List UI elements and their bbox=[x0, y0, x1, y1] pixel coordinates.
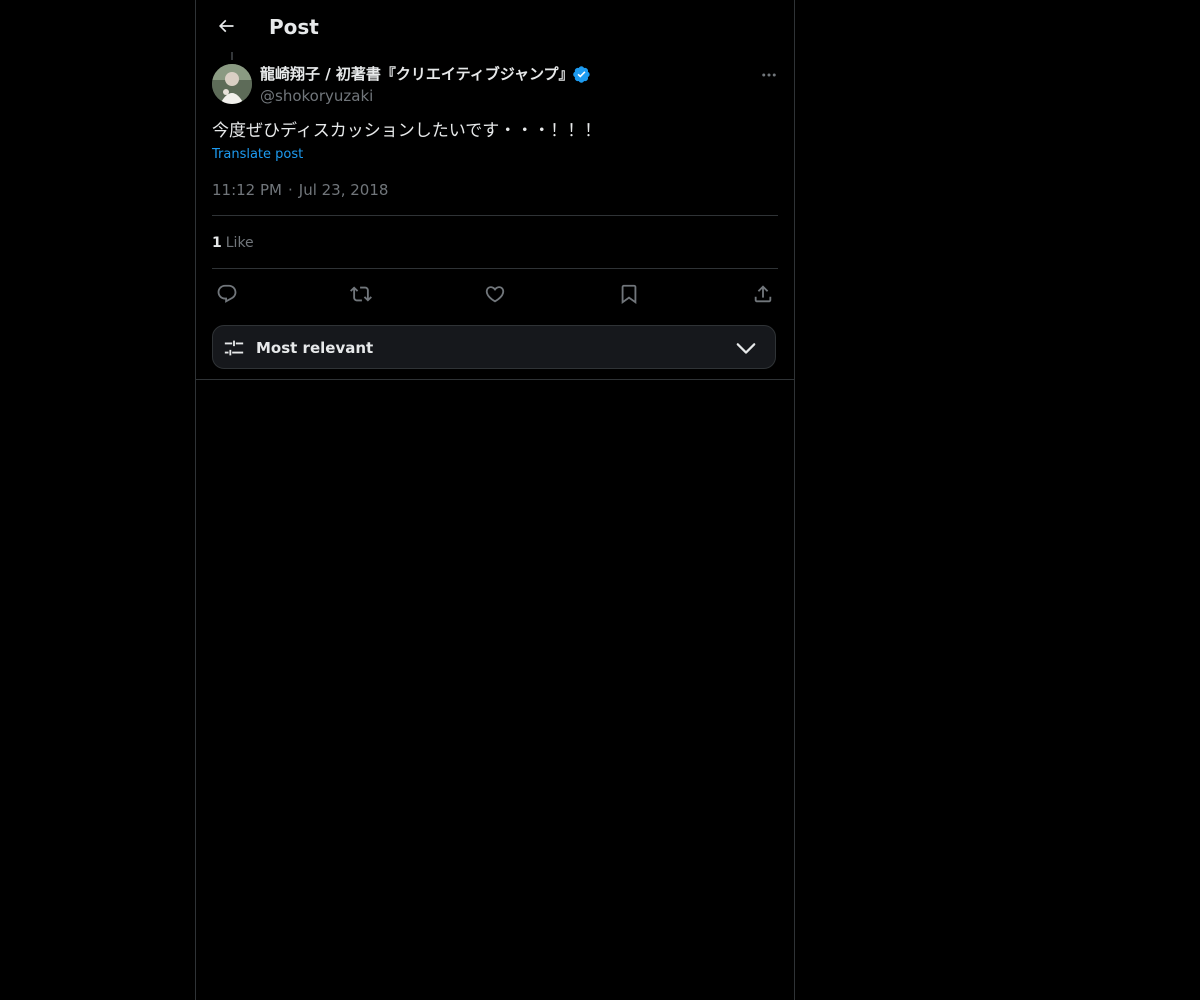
post-meta: 11:12 PM · Jul 23, 2018 bbox=[212, 180, 388, 200]
post-time[interactable]: 11:12 PM bbox=[212, 181, 282, 199]
back-button[interactable] bbox=[208, 8, 244, 44]
bookmark-icon bbox=[621, 284, 637, 305]
likes-count: 1 bbox=[212, 235, 222, 251]
verified-badge-icon bbox=[573, 66, 590, 83]
more-icon bbox=[762, 73, 776, 77]
divider bbox=[212, 268, 778, 269]
author-name[interactable]: 龍崎翔子 / 初著書『クリエイティブジャンプ』 bbox=[260, 64, 574, 84]
meta-separator: · bbox=[287, 181, 293, 199]
author-handle[interactable]: @shokoryuzaki bbox=[260, 86, 373, 106]
thread-line bbox=[231, 52, 233, 60]
share-icon bbox=[754, 285, 772, 303]
main-column: Post 龍崎翔子 / 初著書『クリエイティブジャンプ』 @shokoryuza… bbox=[195, 0, 795, 1000]
more-options-button[interactable] bbox=[752, 64, 786, 86]
repost-icon bbox=[350, 286, 372, 302]
sort-label: Most relevant bbox=[256, 339, 374, 357]
post-date[interactable]: Jul 23, 2018 bbox=[299, 181, 389, 199]
avatar[interactable] bbox=[212, 64, 252, 104]
reply-button[interactable] bbox=[210, 280, 244, 308]
page-title: Post bbox=[269, 15, 319, 39]
reply-icon bbox=[217, 284, 237, 303]
repost-button[interactable] bbox=[344, 280, 378, 308]
like-button[interactable] bbox=[478, 280, 512, 308]
page-header: Post bbox=[196, 0, 794, 54]
likes-stat[interactable]: 1 Like bbox=[212, 233, 254, 253]
divider bbox=[196, 379, 794, 380]
sort-replies-dropdown[interactable]: Most relevant bbox=[212, 325, 776, 369]
divider bbox=[212, 215, 778, 216]
bookmark-button[interactable] bbox=[612, 280, 646, 308]
filter-sliders-icon bbox=[224, 340, 244, 356]
post-text: 今度ぜひディスカッションしたいです・・・！！！ bbox=[212, 121, 602, 141]
likes-label: Like bbox=[225, 235, 254, 251]
arrow-left-icon bbox=[218, 19, 234, 33]
translate-post-link[interactable]: Translate post bbox=[212, 146, 303, 164]
heart-icon bbox=[485, 286, 505, 303]
share-button[interactable] bbox=[746, 280, 780, 308]
avatar-image bbox=[212, 64, 252, 104]
chevron-down-icon bbox=[736, 343, 756, 354]
